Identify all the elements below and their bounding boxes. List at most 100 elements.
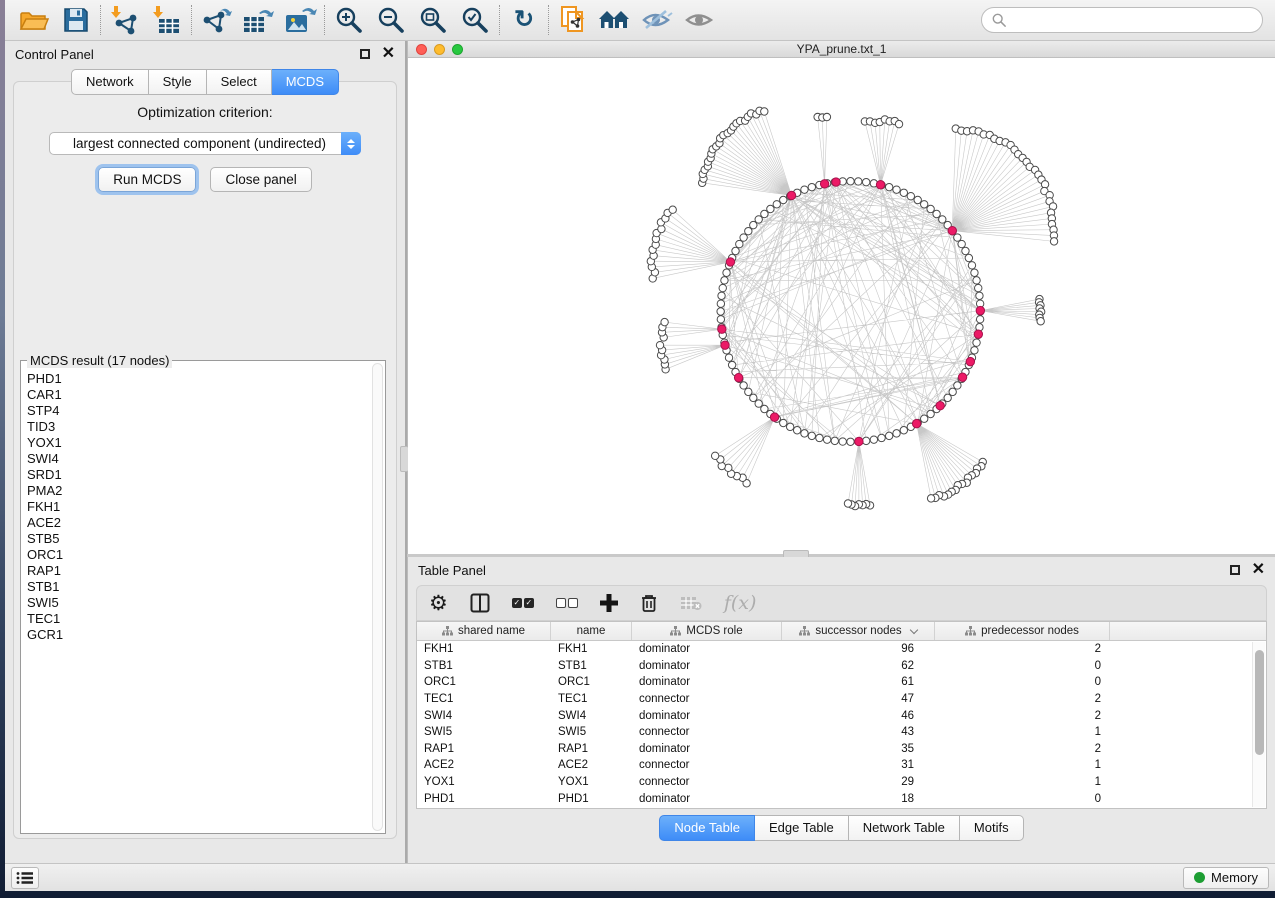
table-cell[interactable]: ACE2	[551, 759, 632, 771]
table-cell[interactable]: FKH1	[551, 643, 632, 655]
table-cell[interactable]: 47	[782, 693, 935, 705]
zoom-fit-icon[interactable]	[412, 3, 454, 37]
first-neighbors-icon[interactable]	[594, 3, 636, 37]
mcds-result-item[interactable]: STB5	[25, 531, 371, 547]
table-cell[interactable]: 46	[782, 710, 935, 722]
column-header-successor-nodes[interactable]: successor nodes	[782, 622, 935, 640]
mcds-hub-node[interactable]	[974, 330, 982, 338]
table-cell[interactable]: 35	[782, 743, 935, 755]
network-node[interactable]	[816, 434, 823, 441]
network-node[interactable]	[780, 419, 787, 426]
export-image-icon[interactable]	[279, 3, 321, 37]
network-node[interactable]	[862, 437, 869, 444]
mcds-result-item[interactable]: ACE2	[25, 515, 371, 531]
zoom-selected-icon[interactable]	[454, 3, 496, 37]
network-leaf-node[interactable]	[823, 113, 830, 120]
network-node[interactable]	[907, 192, 914, 199]
add-column-icon[interactable]	[600, 589, 618, 617]
close-panel-icon[interactable]: ✕	[1252, 565, 1265, 575]
column-header-predecessor-nodes[interactable]: predecessor nodes	[935, 622, 1110, 640]
mcds-hub-node[interactable]	[721, 341, 729, 349]
table-cell[interactable]: SWI4	[417, 710, 551, 722]
network-node[interactable]	[973, 339, 980, 346]
table-cell[interactable]: connector	[632, 726, 782, 738]
network-node[interactable]	[971, 347, 978, 354]
network-node[interactable]	[862, 178, 869, 185]
mcds-hub-node[interactable]	[966, 357, 974, 365]
table-settings-gear-icon[interactable]: ⚙	[429, 589, 448, 617]
network-leaf-node[interactable]	[656, 341, 663, 348]
table-cell[interactable]: 2	[935, 693, 1110, 705]
table-cell[interactable]: SWI4	[551, 710, 632, 722]
network-node[interactable]	[927, 410, 934, 417]
mcds-result-item[interactable]: CAR1	[25, 387, 371, 403]
filter-chevron-icon[interactable]	[909, 625, 917, 633]
table-cell[interactable]: 0	[935, 660, 1110, 672]
network-node[interactable]	[893, 430, 900, 437]
mcds-result-item[interactable]: YOX1	[25, 435, 371, 451]
network-node[interactable]	[786, 423, 793, 430]
table-cell[interactable]: 62	[782, 660, 935, 672]
network-node[interactable]	[839, 438, 846, 445]
export-network-icon[interactable]	[195, 3, 237, 37]
network-node[interactable]	[740, 234, 747, 241]
network-leaf-node[interactable]	[1037, 318, 1044, 325]
mcds-hub-node[interactable]	[726, 258, 734, 266]
table-cell[interactable]: 0	[935, 793, 1110, 805]
table-cell[interactable]: 31	[782, 759, 935, 771]
run-mcds-button[interactable]: Run MCDS	[98, 167, 196, 192]
mcds-hub-node[interactable]	[855, 437, 863, 445]
table-cell[interactable]: dominator	[632, 710, 782, 722]
table-row[interactable]: ORC1ORC1dominator610	[417, 674, 1266, 691]
network-node[interactable]	[725, 354, 732, 361]
zoom-in-icon[interactable]	[328, 3, 370, 37]
table-row[interactable]: YOX1YOX1connector291	[417, 774, 1266, 791]
duplicate-network-icon[interactable]	[552, 3, 594, 37]
close-panel-button[interactable]: Close panel	[210, 167, 311, 192]
mcds-result-item[interactable]: PHD1	[25, 371, 371, 387]
mcds-hub-node[interactable]	[770, 413, 778, 421]
network-node[interactable]	[847, 438, 854, 445]
tab-network[interactable]: Network	[71, 69, 149, 95]
network-node[interactable]	[745, 388, 752, 395]
mcds-hub-node[interactable]	[787, 191, 795, 199]
table-cell[interactable]: 1	[935, 726, 1110, 738]
table-cell[interactable]: YOX1	[551, 776, 632, 788]
network-node[interactable]	[780, 196, 787, 203]
network-node[interactable]	[823, 436, 830, 443]
network-canvas[interactable]	[408, 58, 1275, 554]
mcds-result-list[interactable]: PHD1CAR1STP4TID3YOX1SWI4SRD1PMA2FKH1ACE2…	[25, 371, 371, 831]
table-cell[interactable]: TEC1	[417, 693, 551, 705]
float-panel-icon[interactable]	[360, 49, 370, 59]
network-node[interactable]	[973, 277, 980, 284]
network-node[interactable]	[962, 247, 969, 254]
table-cell[interactable]: ACE2	[417, 759, 551, 771]
table-cell[interactable]: dominator	[632, 793, 782, 805]
mcds-hub-node[interactable]	[876, 181, 884, 189]
table-cell[interactable]: ORC1	[551, 676, 632, 688]
network-node[interactable]	[855, 178, 862, 185]
show-columns-icon[interactable]	[470, 589, 490, 617]
mcds-hub-node[interactable]	[734, 373, 742, 381]
table-cell[interactable]: 0	[935, 676, 1110, 688]
network-node[interactable]	[885, 183, 892, 190]
network-node[interactable]	[921, 201, 928, 208]
table-cell[interactable]: connector	[632, 759, 782, 771]
zoom-out-icon[interactable]	[370, 3, 412, 37]
mcds-hub-node[interactable]	[820, 180, 828, 188]
mcds-result-item[interactable]: RAP1	[25, 563, 371, 579]
mcds-result-item[interactable]: TEC1	[25, 611, 371, 627]
network-node[interactable]	[976, 316, 983, 323]
tab-mcds[interactable]: MCDS	[272, 69, 339, 95]
table-cell[interactable]: YOX1	[417, 776, 551, 788]
network-node[interactable]	[718, 292, 725, 299]
tab-node-table[interactable]: Node Table	[659, 815, 755, 841]
network-node[interactable]	[717, 316, 724, 323]
table-cell[interactable]: PHD1	[551, 793, 632, 805]
table-row[interactable]: ACE2ACE2connector311	[417, 757, 1266, 774]
tab-style[interactable]: Style	[149, 69, 207, 95]
network-list-button[interactable]	[11, 867, 39, 889]
network-node[interactable]	[767, 205, 774, 212]
network-node[interactable]	[808, 432, 815, 439]
export-table-icon[interactable]	[237, 3, 279, 37]
